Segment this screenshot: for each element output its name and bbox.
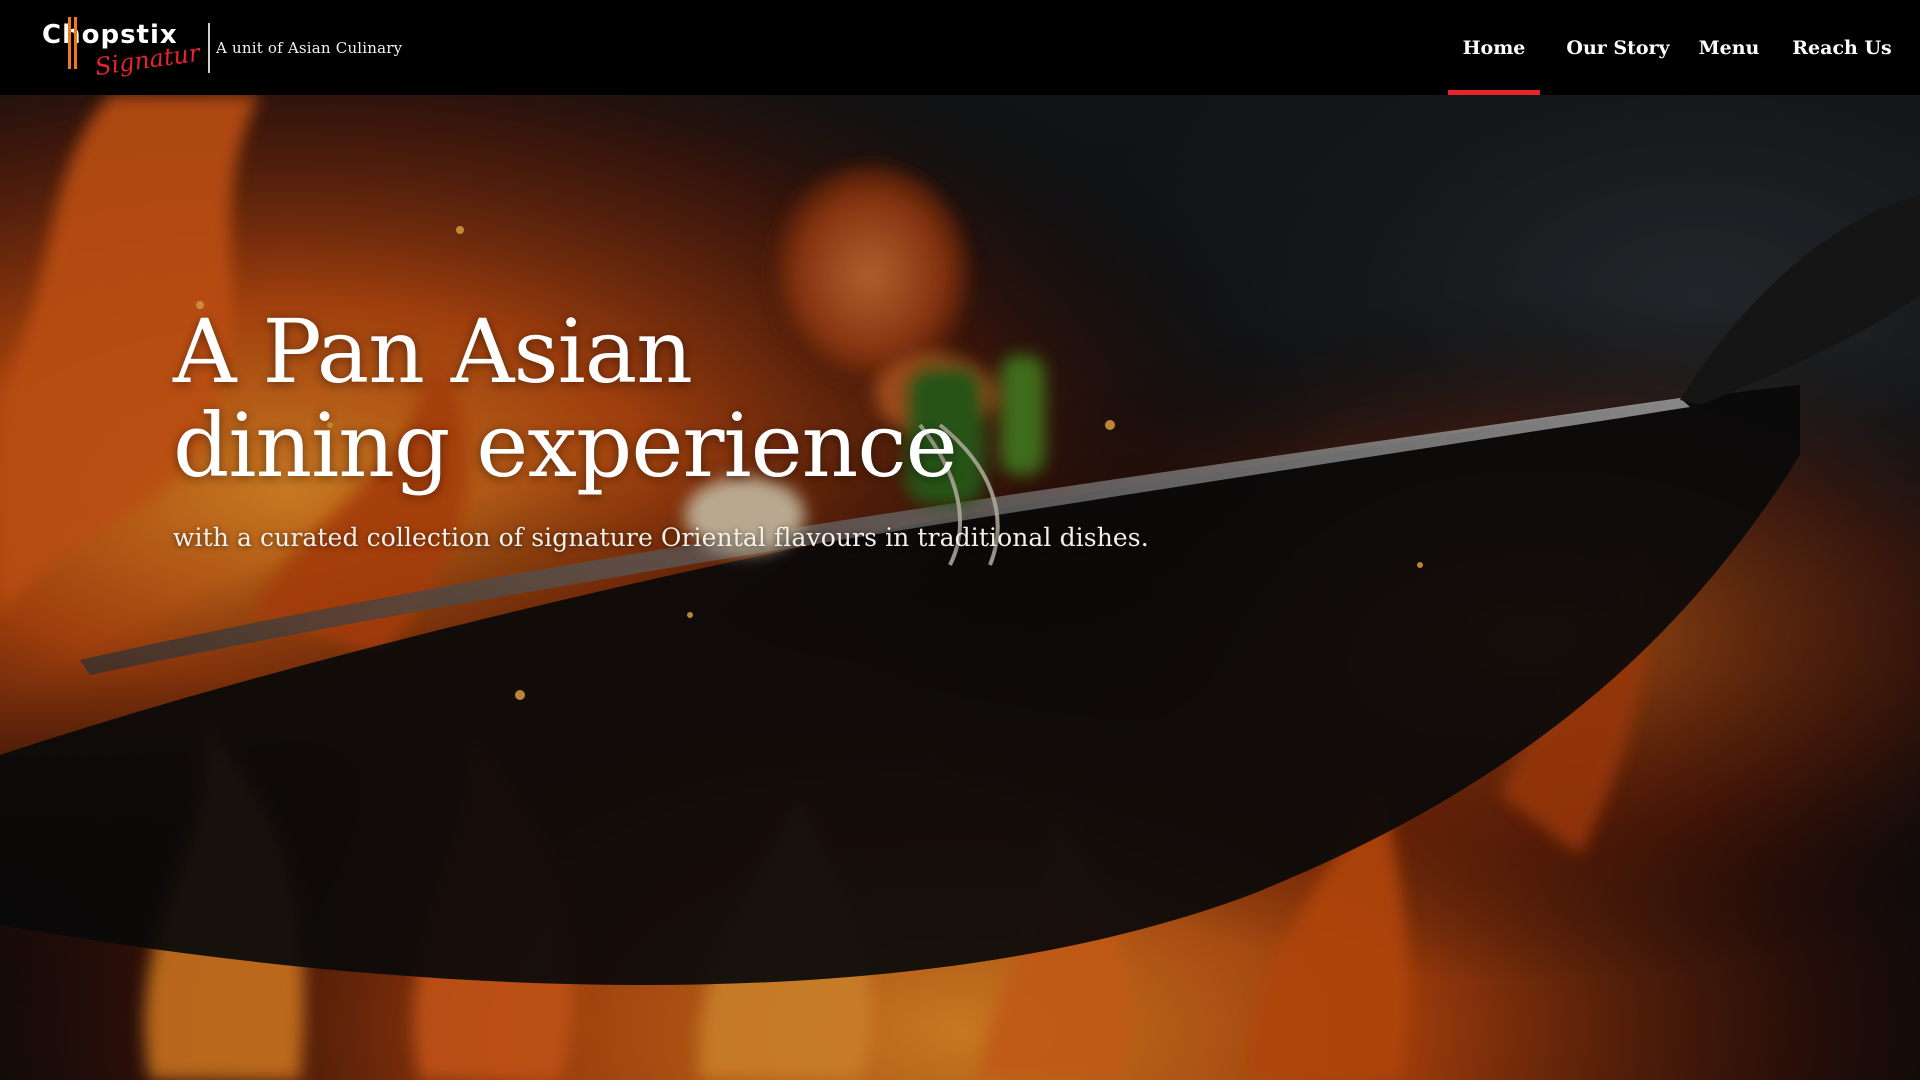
nav-item-reach-us[interactable]: Reach Us	[1792, 0, 1892, 95]
nav-item-our-story[interactable]: Our Story	[1566, 0, 1669, 95]
site-header: Chopstix Signature A unit of Asian Culin…	[0, 0, 1920, 95]
nav-item-home[interactable]: Home	[1448, 0, 1540, 95]
flaming-wok-image	[0, 95, 1920, 1080]
hero-title-line-1: A Pan Asian	[173, 300, 693, 403]
hero-section: A Pan Asian dining experience with a cur…	[0, 95, 1920, 1080]
hero-title-line-2: dining experience	[173, 394, 958, 497]
brand[interactable]: Chopstix Signature A unit of Asian Culin…	[40, 13, 403, 83]
hero-text: A Pan Asian dining experience with a cur…	[173, 305, 1149, 553]
chopstix-logo[interactable]: Chopstix Signature	[40, 13, 200, 83]
nav-item-menu[interactable]: Menu	[1696, 0, 1762, 95]
hero-title: A Pan Asian dining experience	[173, 305, 1149, 493]
brand-tagline: A unit of Asian Culinary	[216, 39, 403, 57]
main-nav: Home Our Story Menu Reach Us	[1448, 0, 1920, 95]
page: Chopstix Signature A unit of Asian Culin…	[0, 0, 1920, 1080]
brand-divider	[208, 23, 210, 73]
hero-subtitle: with a curated collection of signature O…	[173, 523, 1149, 552]
